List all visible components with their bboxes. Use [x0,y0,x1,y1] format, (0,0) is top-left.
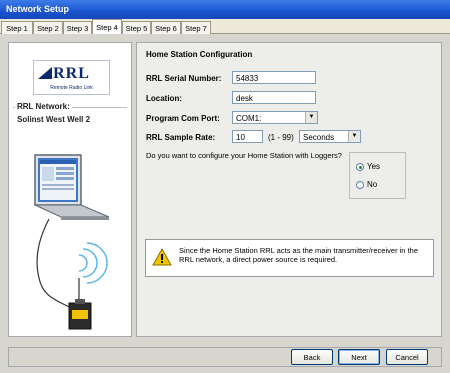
sample-rate-field[interactable]: 10 [232,130,263,143]
back-button[interactable]: Back [291,349,333,365]
laptop-radio-illustration [34,154,110,330]
network-label: RRL Network: [15,102,72,111]
chevron-down-icon[interactable]: ▼ [305,112,317,123]
radio-unselected-icon [356,180,364,189]
section-title: Home Station Configuration [146,50,253,59]
warning-icon [152,248,172,266]
loggers-radio-group: Yes No [349,152,406,199]
power-notice: Since the Home Station RRL acts as the m… [145,239,434,277]
logo-text: RRL [53,65,90,82]
serial-number-label: RRL Serial Number: [146,74,222,83]
sidebar-panel: RRL Remote Radio Link RRL Network: Solin… [8,42,132,337]
tab-step-7[interactable]: Step 7 [181,21,211,34]
sample-rate-label: RRL Sample Rate: [146,133,216,142]
tab-step-4[interactable]: Step 4 [92,19,122,34]
network-name: Solinst West Well 2 [17,115,91,124]
cancel-button[interactable]: Cancel [386,349,428,365]
form-panel: Home Station Configuration RRL Serial Nu… [136,42,442,337]
radio-no-label: No [367,180,378,189]
com-port-select[interactable]: COM1: ▼ [232,111,318,124]
tab-step-3[interactable]: Step 3 [63,21,92,34]
tab-step-5[interactable]: Step 5 [122,21,151,34]
notice-text: Since the Home Station RRL acts as the m… [179,246,418,264]
location-field[interactable]: desk [232,91,316,104]
step-tabs: Step 1 Step 2 Step 3 Step 4 Step 5 Step … [0,19,450,34]
com-port-label: Program Com Port: [146,114,220,123]
loggers-question: Do you want to configure your Home Stati… [146,151,342,160]
sample-rate-unit-value: Seconds [303,133,335,142]
next-button[interactable]: Next [338,349,380,365]
serial-number-field[interactable]: 54833 [232,71,316,84]
radio-yes[interactable]: Yes [356,162,380,171]
sample-rate-range: (1 - 99) [268,133,294,142]
sample-rate-unit-select[interactable]: Seconds ▼ [299,130,361,143]
wizard-body: RRL Remote Radio Link RRL Network: Solin… [0,34,450,341]
tab-step-2[interactable]: Step 2 [33,21,63,34]
logo-subtitle: Remote Radio Link [50,85,93,91]
tab-step-6[interactable]: Step 6 [151,21,181,34]
rrl-logo: RRL Remote Radio Link [33,60,110,95]
chevron-down-icon[interactable]: ▼ [348,131,360,142]
radio-selected-icon [356,162,364,171]
com-port-value: COM1: [236,114,262,123]
radio-yes-label: Yes [367,162,381,171]
radio-no[interactable]: No [356,180,377,189]
window-title: Network Setup [0,0,450,19]
tab-step-1[interactable]: Step 1 [1,21,33,34]
location-label: Location: [146,94,182,103]
